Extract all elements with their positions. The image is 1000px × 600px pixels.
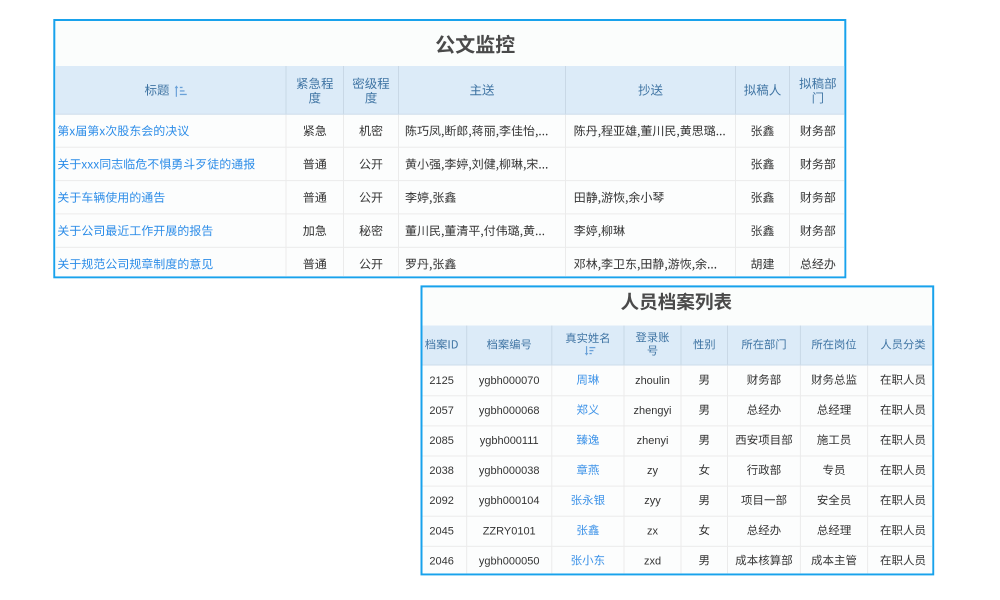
svg-text:zhengyi: zhengyi xyxy=(634,405,672,417)
svg-text:ZZRY0101: ZZRY0101 xyxy=(483,525,536,537)
svg-text:zxd: zxd xyxy=(644,555,661,567)
svg-text:ygbh000104: ygbh000104 xyxy=(479,495,540,507)
svg-text:2045: 2045 xyxy=(429,525,453,537)
svg-text:zy: zy xyxy=(647,465,659,477)
svg-text:ygbh000050: ygbh000050 xyxy=(479,555,540,567)
svg-text:zyy: zyy xyxy=(644,495,661,507)
svg-text:ygbh000070: ygbh000070 xyxy=(479,375,540,387)
svg-text:2046: 2046 xyxy=(429,555,453,567)
svg-text:2085: 2085 xyxy=(429,435,453,447)
svg-text:2038: 2038 xyxy=(429,465,453,477)
svg-text:2092: 2092 xyxy=(429,495,453,507)
svg-text:ygbh000068: ygbh000068 xyxy=(479,405,540,417)
svg-text:zhenyi: zhenyi xyxy=(637,435,669,447)
svg-text:ygbh000038: ygbh000038 xyxy=(479,465,540,477)
svg-text:2125: 2125 xyxy=(429,375,453,387)
svg-text:zhoulin: zhoulin xyxy=(635,375,670,387)
svg-text:zx: zx xyxy=(647,525,659,537)
svg-text:ygbh000111: ygbh000111 xyxy=(480,435,539,447)
svg-text:2057: 2057 xyxy=(429,405,453,417)
